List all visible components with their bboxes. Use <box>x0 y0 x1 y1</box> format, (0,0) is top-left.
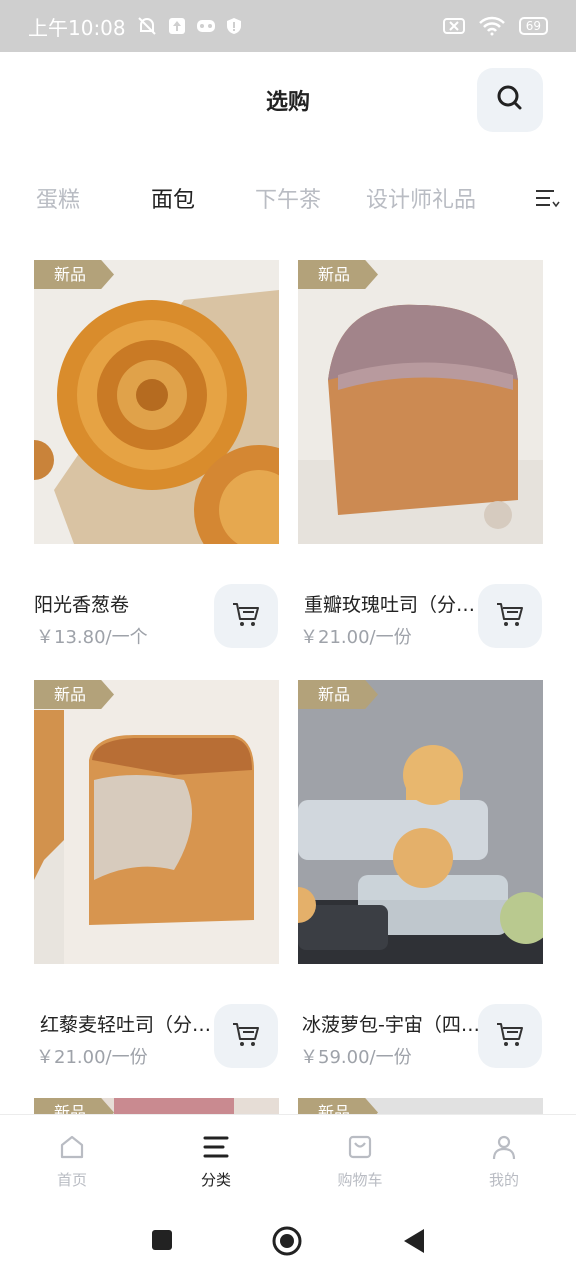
tab-home[interactable]: 首页 <box>32 1133 112 1190</box>
cart-icon <box>495 600 525 632</box>
shopping-bag-icon <box>346 1135 374 1165</box>
product-price: ￥13.80/一个 <box>36 627 148 648</box>
tab-profile[interactable]: 我的 <box>464 1133 544 1190</box>
gamepad-icon <box>196 18 216 34</box>
add-to-cart-button[interactable] <box>478 584 542 648</box>
shield-icon <box>226 17 242 35</box>
status-bar: 上午10:08 69 <box>0 0 576 52</box>
tab-bread[interactable]: 面包 <box>151 182 195 214</box>
cart-icon <box>231 600 261 632</box>
product-name[interactable]: 重瓣玫瑰吐司（分… <box>304 590 484 617</box>
product-price: ￥21.00/一份 <box>300 627 412 648</box>
product-price: ￥59.00/一份 <box>300 1047 412 1068</box>
product-image[interactable]: 新品 <box>34 260 279 544</box>
product-price: ￥21.00/一份 <box>36 1047 148 1068</box>
add-to-cart-button[interactable] <box>214 584 278 648</box>
sim-off-icon <box>442 17 465 35</box>
tab-afternoon-tea[interactable]: 下午茶 <box>255 182 321 214</box>
tab-category[interactable]: 分类 <box>176 1133 256 1190</box>
add-to-cart-button[interactable] <box>478 1004 542 1068</box>
search-icon <box>495 83 525 117</box>
search-button[interactable] <box>477 68 543 132</box>
category-tabs: 蛋糕 面包 下午茶 设计师礼品 <box>0 170 576 224</box>
cart-icon <box>231 1020 261 1052</box>
list-icon <box>202 1136 230 1165</box>
wifi-icon <box>478 16 505 36</box>
new-badge: 新品 <box>298 680 378 709</box>
new-badge: 新品 <box>34 260 114 289</box>
back-button[interactable] <box>402 1228 426 1258</box>
tab-cart-label: 购物车 <box>337 1171 383 1189</box>
product-name[interactable]: 红藜麦轻吐司（分… <box>40 1010 220 1037</box>
page-header: 选购 <box>0 52 576 148</box>
product-image[interactable]: 新品 <box>34 680 279 964</box>
product-image[interactable]: 新品 <box>34 1098 279 1114</box>
tab-cake[interactable]: 蛋糕 <box>36 182 80 214</box>
new-badge: 新品 <box>34 680 114 709</box>
upload-icon <box>168 17 186 35</box>
cart-icon <box>495 1020 525 1052</box>
product-name[interactable]: 冰菠萝包-宇宙（四… <box>302 1010 482 1037</box>
new-badge: 新品 <box>298 260 378 289</box>
tab-category-label: 分类 <box>200 1171 231 1189</box>
new-badge: 新品 <box>298 1098 378 1114</box>
user-icon <box>490 1135 518 1165</box>
category-menu-icon[interactable] <box>532 184 560 212</box>
bottom-tab-bar: 首页 分类 购物车 我的 <box>0 1114 576 1210</box>
notifications-off-icon <box>136 15 158 37</box>
product-image[interactable]: 新品 <box>298 260 543 544</box>
tab-cart[interactable]: 购物车 <box>320 1133 400 1190</box>
home-button[interactable] <box>272 1226 302 1260</box>
battery-indicator: 69 <box>518 17 548 35</box>
product-name[interactable]: 阳光香葱卷 <box>34 590 214 617</box>
add-to-cart-button[interactable] <box>214 1004 278 1068</box>
product-image[interactable]: 新品 <box>298 680 543 964</box>
home-icon <box>58 1135 86 1165</box>
recent-apps-button[interactable] <box>150 1228 174 1256</box>
tab-home-label: 首页 <box>56 1171 87 1189</box>
tab-profile-label: 我的 <box>488 1171 519 1189</box>
status-time: 上午10:08 <box>28 15 126 40</box>
system-nav-bar <box>0 1210 576 1280</box>
product-image[interactable]: 新品 <box>298 1098 543 1114</box>
new-badge: 新品 <box>34 1098 114 1114</box>
tab-designer-gifts[interactable]: 设计师礼品 <box>366 182 476 214</box>
